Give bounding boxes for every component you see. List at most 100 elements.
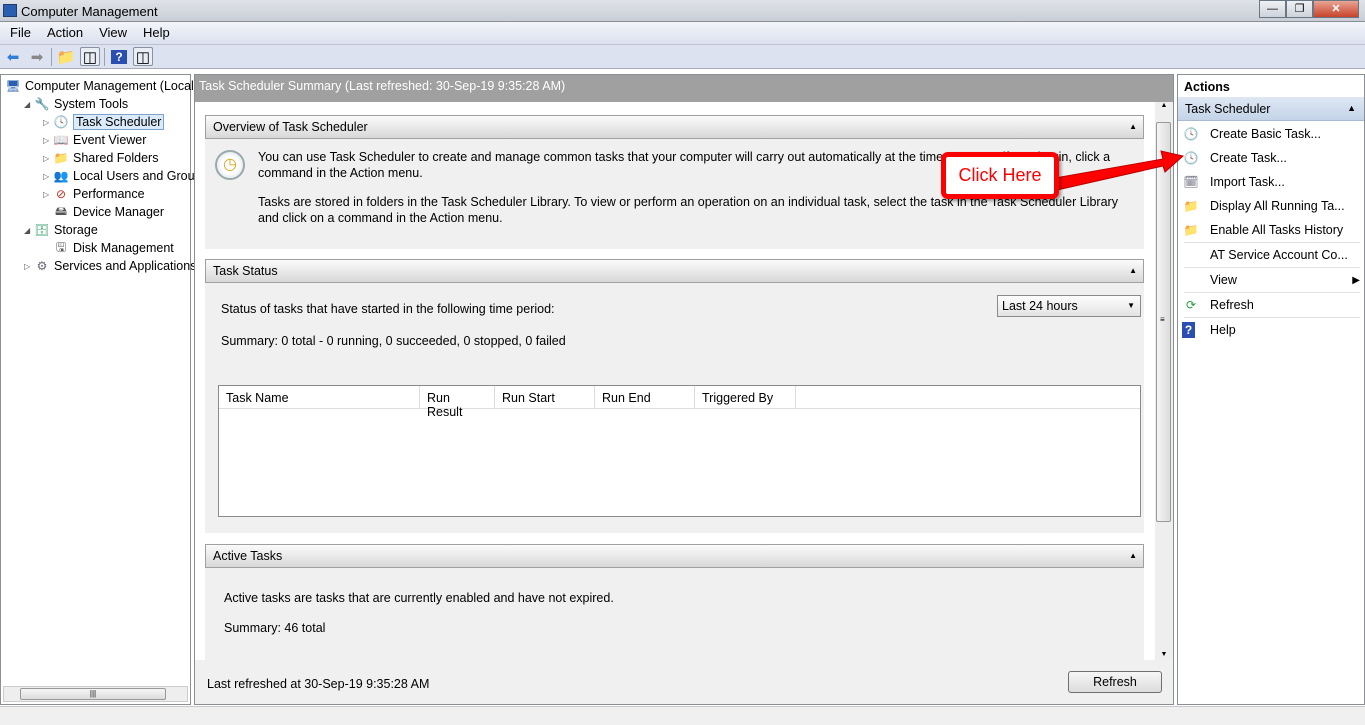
action-label: Import Task... bbox=[1210, 175, 1285, 189]
active-tasks-header[interactable]: Active Tasks ▲ bbox=[205, 544, 1144, 568]
action-label: Create Basic Task... bbox=[1210, 127, 1321, 141]
expander-icon[interactable]: ▷ bbox=[43, 154, 53, 163]
refresh-button[interactable]: Refresh bbox=[1068, 671, 1162, 693]
expander-icon[interactable]: ▷ bbox=[43, 118, 53, 127]
event-viewer-icon: 📖 bbox=[53, 133, 69, 147]
action-import-task[interactable]: 🗓 Import Task... bbox=[1182, 171, 1362, 193]
help-icon[interactable]: ? bbox=[109, 47, 129, 66]
expander-icon[interactable]: ▷ bbox=[43, 136, 53, 145]
menu-help[interactable]: Help bbox=[135, 22, 178, 44]
tree-item-task-scheduler[interactable]: ▷ 🕓 Task Scheduler bbox=[43, 113, 165, 131]
tree-item-device-manager[interactable]: 🖴 Device Manager bbox=[43, 203, 164, 221]
tree-item-computer-management-local[interactable]: 🖥 Computer Management (Local bbox=[5, 77, 194, 95]
time-period-value: Last 24 hours bbox=[1002, 299, 1078, 313]
action-label: View bbox=[1210, 273, 1237, 287]
action-label: Display All Running Ta... bbox=[1210, 199, 1345, 213]
task-status-header[interactable]: Task Status ▲ bbox=[205, 259, 1144, 283]
expander-icon[interactable]: ▷ bbox=[43, 172, 53, 181]
computer-management-icon bbox=[3, 4, 17, 17]
tree-item-shared-folders[interactable]: ▷ 📁 Shared Folders bbox=[43, 149, 158, 167]
tree-item-storage[interactable]: ◢ 🗄 Storage bbox=[24, 221, 98, 239]
tree-item-event-viewer[interactable]: ▷ 📖 Event Viewer bbox=[43, 131, 146, 149]
status-bar bbox=[0, 706, 1365, 725]
help-icon: ? bbox=[1182, 322, 1195, 338]
tree-item-system-tools[interactable]: ◢ 🔧 System Tools bbox=[24, 95, 128, 113]
action-label: Create Task... bbox=[1210, 151, 1287, 165]
click-here-callout: Click Here bbox=[941, 152, 1059, 199]
action-label: Refresh bbox=[1210, 298, 1254, 312]
tree-item-label: Services and Applications bbox=[54, 259, 197, 273]
disk-icon: 🖫 bbox=[55, 239, 67, 254]
horizontal-scrollbar[interactable]: ||| bbox=[3, 686, 188, 702]
collapse-icon[interactable]: ▲ bbox=[1347, 103, 1356, 113]
chevron-right-icon: ▶ bbox=[1352, 274, 1360, 286]
action-create-task[interactable]: 🕓 Create Task... bbox=[1182, 147, 1362, 169]
back-icon[interactable]: ⬅ bbox=[3, 47, 23, 66]
action-display-all-running-ta[interactable]: 📁 Display All Running Ta... bbox=[1182, 195, 1362, 217]
computer-icon: 🖥 bbox=[5, 79, 21, 93]
action-create-basic-task[interactable]: 🕓 Create Basic Task... bbox=[1182, 123, 1362, 145]
performance-icon: ⊘ bbox=[55, 187, 67, 201]
overview-header[interactable]: Overview of Task Scheduler ▲ bbox=[205, 115, 1144, 139]
services-icon: ⚙ bbox=[36, 259, 48, 273]
tree-item-label: Computer Management (Local bbox=[25, 79, 194, 93]
active-tasks-text: Active tasks are tasks that are currentl… bbox=[224, 591, 614, 605]
menu-file[interactable]: File bbox=[2, 22, 39, 44]
show-hide-action-pane-icon[interactable]: ◫ bbox=[133, 47, 153, 66]
tree-item-label: System Tools bbox=[54, 97, 129, 111]
column-run-result[interactable]: Run Result bbox=[420, 386, 495, 419]
toolbar-divider bbox=[51, 47, 52, 66]
active-tasks-summary: Summary: 46 total bbox=[224, 621, 326, 635]
menu-view[interactable]: View bbox=[91, 22, 135, 44]
summary-header: Task Scheduler Summary (Last refreshed: … bbox=[195, 75, 1173, 102]
expander-icon[interactable]: ▷ bbox=[43, 190, 53, 199]
action-help[interactable]: ? Help bbox=[1182, 319, 1362, 341]
action-refresh[interactable]: ⟳ Refresh bbox=[1182, 294, 1362, 316]
up-folder-icon[interactable]: 📁 bbox=[56, 47, 76, 66]
overview-title: Overview of Task Scheduler bbox=[213, 120, 368, 134]
column-triggered-by[interactable]: Triggered By bbox=[695, 386, 796, 408]
storage-icon: 🗄 bbox=[34, 223, 50, 237]
action-label: Enable All Tasks History bbox=[1210, 223, 1344, 237]
tree-item-label: Local Users and Groups bbox=[73, 169, 208, 183]
tools-icon: 🔧 bbox=[34, 97, 50, 111]
expander-icon[interactable]: ◢ bbox=[24, 100, 34, 109]
column-task-name[interactable]: Task Name bbox=[219, 386, 420, 408]
collapse-icon[interactable]: ▲ bbox=[1129, 551, 1137, 560]
actions-section-title: Task Scheduler bbox=[1185, 102, 1271, 116]
clock-icon: 🕓 bbox=[53, 115, 69, 129]
close-button[interactable]: ✕ bbox=[1313, 0, 1359, 18]
tree-item-performance[interactable]: ▷ ⊘ Performance bbox=[43, 185, 145, 203]
tree-item-disk-management[interactable]: 🖫 Disk Management bbox=[43, 239, 174, 257]
tree-item-label: Device Manager bbox=[73, 205, 165, 219]
show-hide-tree-icon[interactable]: ◫ bbox=[80, 47, 100, 66]
title-bar: Computer Management — ❐ ✕ bbox=[0, 0, 1365, 22]
tree-item-label: Task Scheduler bbox=[73, 114, 165, 130]
actions-section-task-scheduler[interactable]: Task Scheduler ▲ bbox=[1178, 97, 1364, 121]
toolbar-divider bbox=[104, 47, 105, 66]
expander-icon[interactable]: ◢ bbox=[24, 226, 34, 235]
column-run-start[interactable]: Run Start bbox=[495, 386, 595, 408]
action-view[interactable]: View ▶ bbox=[1182, 269, 1362, 291]
expander-icon[interactable]: ▷ bbox=[24, 262, 34, 271]
menu-action[interactable]: Action bbox=[39, 22, 91, 44]
tree-item-label: Disk Management bbox=[73, 241, 174, 255]
tree-item-local-users-and-groups[interactable]: ▷ 👥 Local Users and Groups bbox=[43, 167, 208, 185]
tree-item-services-and-applications[interactable]: ▷ ⚙ Services and Applications bbox=[24, 257, 196, 275]
divider bbox=[1184, 267, 1360, 268]
status-summary: Summary: 0 total - 0 running, 0 succeede… bbox=[221, 334, 566, 348]
action-enable-all-tasks-history[interactable]: 📁 Enable All Tasks History bbox=[1182, 219, 1362, 241]
collapse-icon[interactable]: ▲ bbox=[1129, 266, 1137, 275]
column-run-end[interactable]: Run End bbox=[595, 386, 695, 408]
minimize-button[interactable]: — bbox=[1259, 0, 1286, 18]
folder-icon: 📁 bbox=[1183, 223, 1199, 237]
active-tasks-section: Active Tasks ▲ Active tasks are tasks tha… bbox=[205, 544, 1144, 660]
action-at-service-account-co[interactable]: AT Service Account Co... bbox=[1182, 244, 1362, 266]
forward-icon[interactable]: ➡ bbox=[27, 47, 47, 66]
collapse-icon[interactable]: ▲ bbox=[1129, 122, 1137, 131]
users-icon: 👥 bbox=[53, 169, 69, 183]
time-period-select[interactable]: Last 24 hours ▼ bbox=[997, 295, 1141, 317]
maximize-button[interactable]: ❐ bbox=[1286, 0, 1313, 18]
